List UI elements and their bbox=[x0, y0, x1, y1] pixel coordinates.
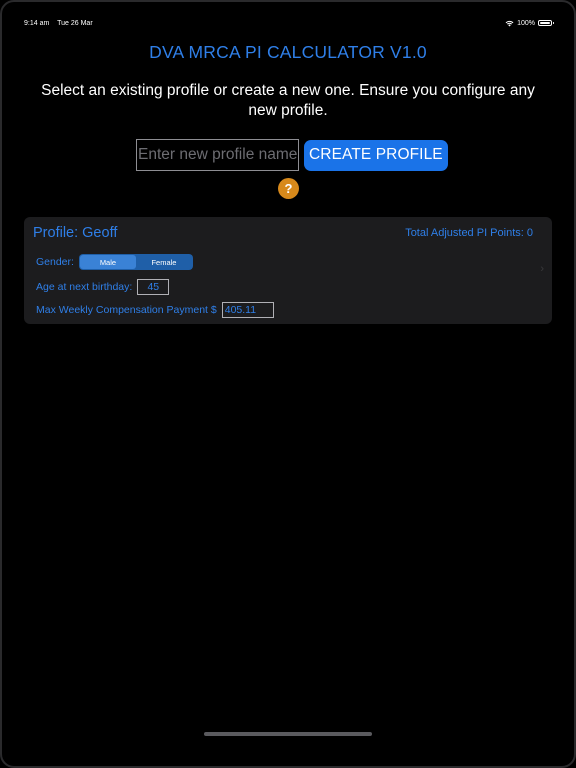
chevron-right-icon[interactable]: › bbox=[540, 263, 544, 275]
question-mark-icon: ? bbox=[284, 181, 293, 196]
status-right: 100% bbox=[505, 19, 554, 27]
status-time: 9:14 am bbox=[24, 19, 50, 27]
home-indicator[interactable] bbox=[204, 732, 372, 736]
battery-icon bbox=[538, 20, 554, 26]
status-bar: 9:14 am Tue 26 Mar 100% bbox=[24, 16, 554, 30]
battery-percent: 100% bbox=[517, 19, 535, 27]
gender-segmented-control[interactable]: Male Female bbox=[78, 254, 193, 270]
profile-title: Profile: Geoff bbox=[33, 225, 118, 241]
gender-option-male[interactable]: Male bbox=[79, 255, 136, 269]
total-points: Total Adjusted PI Points: 0 bbox=[405, 227, 533, 239]
device-frame: 9:14 am Tue 26 Mar 100% DVA MRCA PI CALC… bbox=[0, 0, 576, 768]
new-profile-row: CREATE PROFILE bbox=[136, 139, 448, 171]
age-label: Age at next birthday: bbox=[36, 281, 133, 293]
gender-row: Gender: Male Female bbox=[36, 254, 193, 270]
age-row: Age at next birthday: 45 bbox=[36, 279, 170, 295]
gender-option-female[interactable]: Female bbox=[136, 255, 192, 269]
instructions-text: Select an existing profile or create a n… bbox=[41, 82, 535, 119]
status-left: 9:14 am Tue 26 Mar bbox=[24, 20, 99, 27]
payment-row: Max Weekly Compensation Payment $ 405.11 bbox=[36, 302, 274, 318]
gender-label: Gender: bbox=[36, 256, 74, 268]
status-date: Tue 26 Mar bbox=[57, 19, 93, 27]
payment-field[interactable]: 405.11 bbox=[221, 302, 274, 318]
profile-name-input[interactable] bbox=[136, 139, 299, 171]
wifi-icon bbox=[505, 20, 514, 26]
payment-label: Max Weekly Compensation Payment $ bbox=[36, 304, 217, 316]
create-profile-button[interactable]: CREATE PROFILE bbox=[304, 139, 448, 171]
battery-fill bbox=[540, 22, 550, 24]
profile-card[interactable]: Profile: Geoff Total Adjusted PI Points:… bbox=[24, 217, 552, 324]
age-field[interactable]: 45 bbox=[137, 279, 170, 295]
app-title: DVA MRCA PI CALCULATOR V1.0 bbox=[149, 42, 427, 62]
help-button[interactable]: ? bbox=[278, 178, 299, 199]
